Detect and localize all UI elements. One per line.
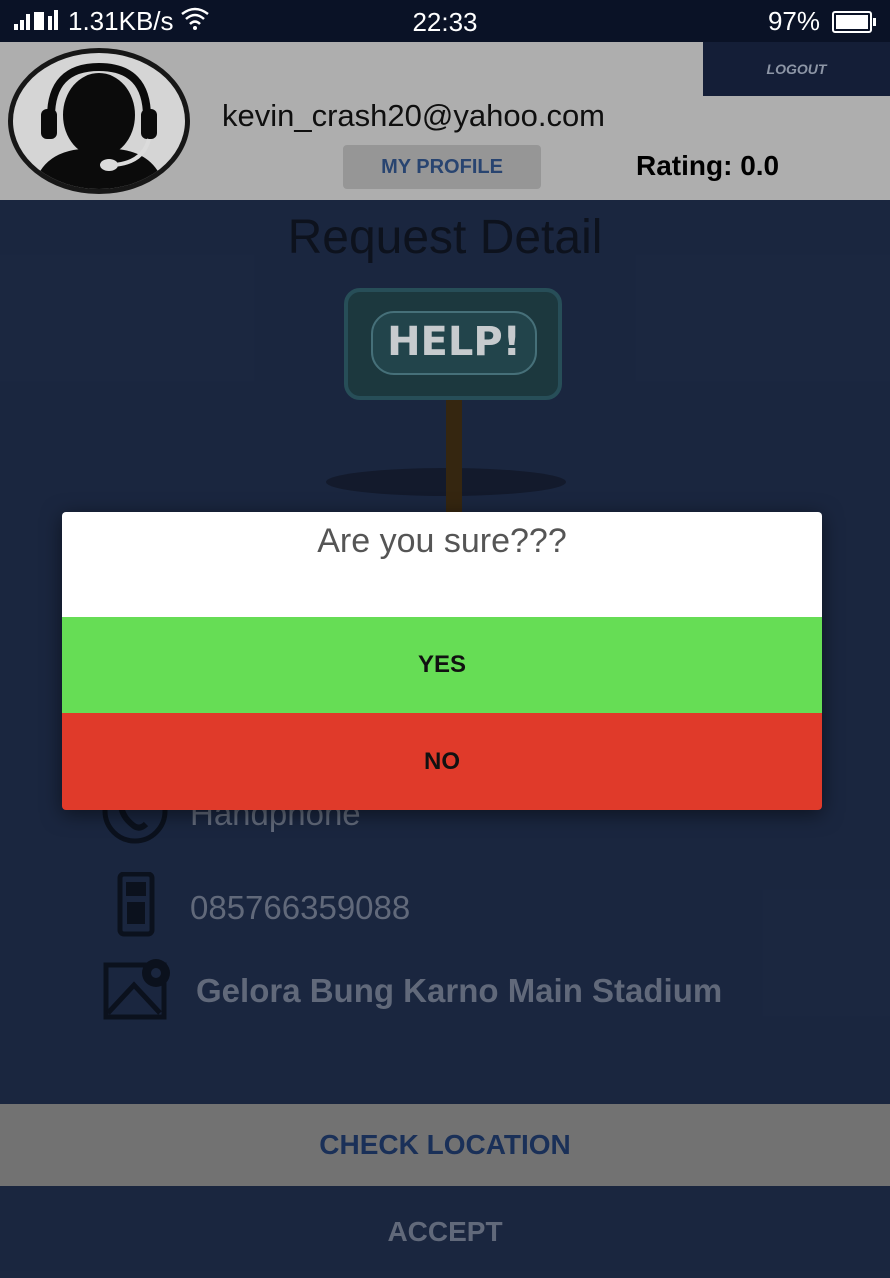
status-right: 97%: [767, 6, 876, 37]
no-button[interactable]: NO: [62, 713, 822, 810]
confirm-dialog: Are you sure??? YES NO: [62, 512, 822, 810]
battery-icon: [832, 10, 876, 33]
battery-level: 97%: [767, 6, 820, 36]
clock: 22:33: [412, 7, 478, 37]
status-bar: 1.31KB/s 22:33 97%: [0, 0, 890, 42]
dialog-message: Are you sure???: [62, 512, 822, 617]
yes-button[interactable]: YES: [62, 617, 822, 713]
